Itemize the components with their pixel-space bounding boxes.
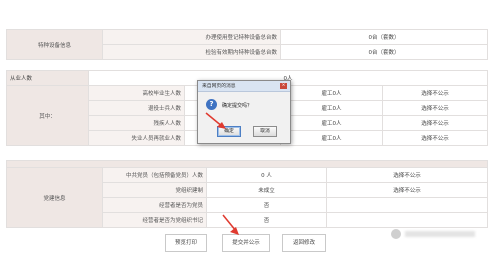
preview-print-button[interactable]: 预览打印 — [165, 234, 207, 252]
party-members-value: 0 人 — [206, 167, 327, 183]
annotation-arrow-ok — [205, 112, 226, 129]
reemployed-hire: 雇工0人 — [280, 130, 383, 146]
veterans-label: 退役士兵人数 — [88, 100, 185, 116]
watermark-logo-icon — [391, 229, 401, 239]
employees-sub-section-label: 其中： — [6, 85, 89, 146]
graduates-hire: 雇工0人 — [280, 85, 383, 101]
party-header-strip — [6, 160, 488, 168]
equipment-registered-label: 办理使用登记特种设备总台数 — [102, 29, 281, 45]
question-icon: ? — [206, 99, 217, 110]
equipment-section-label: 特种设备信息 — [6, 29, 103, 60]
close-icon[interactable]: × — [280, 83, 287, 89]
back-edit-button[interactable]: 返回修改 — [282, 234, 326, 252]
reemployed-publicity: 选择不公示 — [382, 130, 488, 146]
party-organization-publicity: 选择不公示 — [326, 182, 488, 198]
party-organization-value: 未成立 — [206, 182, 327, 198]
cancel-button[interactable]: 取消 — [253, 126, 277, 137]
party-members-label: 中共党员（包括预备党员）人数 — [102, 167, 207, 183]
operator-secretary-publicity — [326, 212, 488, 228]
employees-header-label: 从业人数 — [6, 70, 89, 86]
operator-member-publicity — [326, 197, 488, 213]
party-organization-label: 党组织建制 — [102, 182, 207, 198]
annotation-arrow-submit — [222, 214, 239, 235]
equipment-inspected-label: 检验有效期内特种设备总台数 — [102, 44, 281, 60]
graduates-publicity: 选择不公示 — [382, 85, 488, 101]
dialog-title: 来自网页的消息 — [198, 81, 290, 92]
operator-member-value: 否 — [206, 197, 327, 213]
disabled-hire: 雇工0人 — [280, 115, 383, 131]
operator-secretary-label: 经营者是否为党组织书记 — [102, 212, 207, 228]
equipment-table: 特种设备信息 办理使用登记特种设备总台数 0台（套数） 检验有效期内特种设备总台… — [6, 29, 488, 60]
party-table: 党建信息 中共党员（包括预备党员）人数 0 人 选择不公示 党组织建制 未成立 … — [6, 160, 488, 228]
watermark — [391, 229, 476, 239]
watermark-text — [405, 231, 475, 237]
reemployed-label: 失业人员再就业人数 — [88, 130, 185, 146]
disabled-publicity: 选择不公示 — [382, 115, 488, 131]
equipment-inspected-value: 0台（套数） — [280, 44, 488, 60]
operator-member-label: 经营者是否为党员 — [102, 197, 207, 213]
party-members-publicity: 选择不公示 — [326, 167, 488, 183]
equipment-registered-value: 0台（套数） — [280, 29, 488, 45]
dialog-message: 确定提交吗？ — [222, 103, 253, 109]
veterans-publicity: 选择不公示 — [382, 100, 488, 116]
veterans-hire: 雇工0人 — [280, 100, 383, 116]
graduates-label: 高校毕业生人数 — [88, 85, 185, 101]
disabled-label: 残疾人人数 — [88, 115, 185, 131]
party-section-label: 党建信息 — [6, 167, 103, 228]
